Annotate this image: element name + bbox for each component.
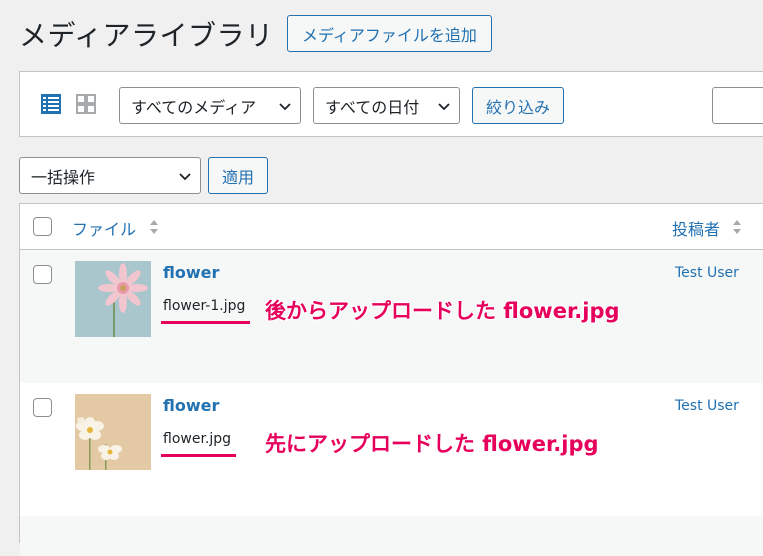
annotation-text: 後からアップロードした flower.jpg [265,299,620,323]
row-checkbox[interactable] [33,265,52,284]
annotation-underline [161,454,236,457]
select-all-checkbox[interactable] [33,217,52,236]
media-type-value: すべてのメディア [131,97,257,117]
media-title-link[interactable]: flower [163,263,219,282]
media-title-link[interactable]: flower [163,396,219,415]
table-row [20,516,763,556]
media-filter-bar: すべてのメディア すべての日付 絞り込み [19,71,763,137]
chevron-down-icon [438,102,450,110]
sort-arrows-icon[interactable] [732,219,742,235]
annotation-text: 先にアップロードした flower.jpg [265,432,599,456]
table-row: flower flower-1.jpg 後からアップロードした flower.j… [20,250,763,383]
column-author[interactable]: 投稿者 [672,216,720,240]
list-view-icon[interactable] [40,93,62,115]
row-checkbox[interactable] [33,398,52,417]
image-thumbnail[interactable] [75,394,151,470]
media-table: ファイル 投稿者 flower flower-1.jpg 後からアップロードした… [19,203,763,556]
sort-arrows-icon[interactable] [149,219,159,235]
image-thumbnail[interactable] [75,261,151,337]
media-type-select[interactable]: すべてのメディア [119,87,301,124]
apply-button[interactable]: 適用 [208,157,268,194]
add-media-button[interactable]: メディアファイルを追加 [287,15,492,52]
search-input[interactable] [712,87,763,124]
bulk-action-value: 一括操作 [31,167,96,187]
bulk-action-select[interactable]: 一括操作 [19,157,201,194]
media-filename: flower.jpg [163,431,232,447]
annotation-underline [161,321,250,324]
filter-button[interactable]: 絞り込み [472,87,564,124]
date-select[interactable]: すべての日付 [313,87,460,124]
author-link[interactable]: Test User [675,265,739,281]
table-header: ファイル 投稿者 [20,204,763,250]
chevron-down-icon [179,172,191,180]
table-row: flower flower.jpg 先にアップロードした flower.jpg … [20,383,763,516]
date-value: すべての日付 [325,97,420,117]
column-file[interactable]: ファイル [72,216,136,240]
chevron-down-icon [279,102,291,110]
author-link[interactable]: Test User [675,398,739,414]
grid-view-icon[interactable] [75,93,97,115]
media-filename: flower-1.jpg [163,298,246,314]
page-title: メディアライブラリ [19,19,274,52]
